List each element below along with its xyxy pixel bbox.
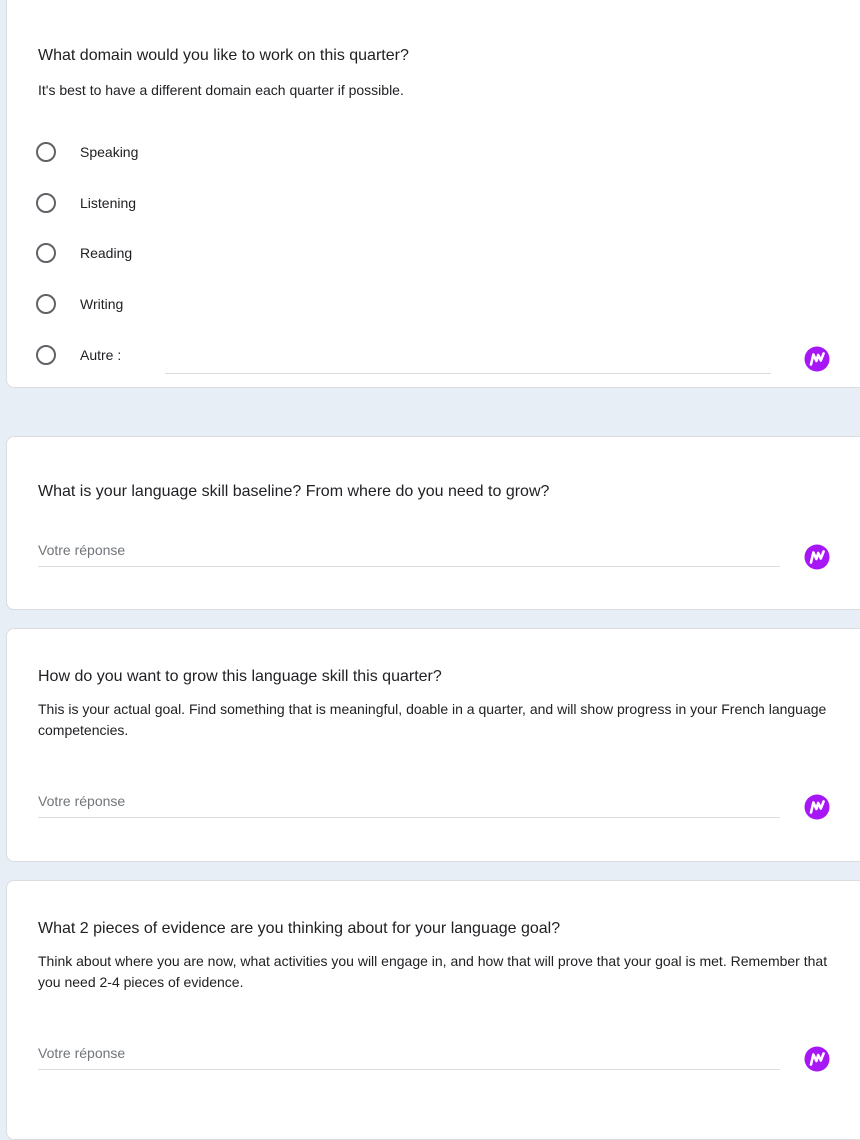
- extension-m-icon[interactable]: [804, 544, 830, 570]
- question-title: What is your language skill baseline? Fr…: [38, 483, 550, 500]
- question-card-evidence: What 2 pieces of evidence are you thinki…: [6, 880, 860, 1140]
- radio-label: Writing: [80, 296, 124, 312]
- question-card-growth: How do you want to grow this language sk…: [6, 628, 860, 862]
- extension-m-icon[interactable]: [804, 346, 830, 372]
- radio-option-speaking[interactable]: Speaking: [36, 139, 138, 165]
- radio-circle[interactable]: [36, 294, 56, 314]
- radio-option-writing[interactable]: Writing: [36, 291, 123, 317]
- radio-circle[interactable]: [36, 193, 56, 213]
- radio-option-listening[interactable]: Listening: [36, 190, 136, 216]
- question-card-domain: What domain would you like to work on th…: [6, 0, 860, 388]
- radio-option-other[interactable]: Autre :: [36, 342, 121, 368]
- answer-input[interactable]: [38, 788, 780, 818]
- radio-circle[interactable]: [36, 142, 56, 162]
- radio-option-reading[interactable]: Reading: [36, 240, 132, 266]
- question-description: It's best to have a different domain eac…: [38, 82, 404, 98]
- radio-circle[interactable]: [36, 243, 56, 263]
- other-text-input[interactable]: [165, 349, 771, 374]
- extension-m-icon[interactable]: [804, 794, 830, 820]
- question-title: What 2 pieces of evidence are you thinki…: [38, 920, 561, 937]
- radio-circle[interactable]: [36, 345, 56, 365]
- question-title: How do you want to grow this language sk…: [38, 668, 442, 685]
- answer-input[interactable]: [38, 1040, 780, 1070]
- radio-label: Autre :: [80, 347, 122, 363]
- question-description: This is your actual goal. Find something…: [38, 701, 827, 738]
- extension-m-icon[interactable]: [804, 1046, 830, 1072]
- question-description: Think about where you are now, what acti…: [38, 953, 828, 990]
- radio-label: Listening: [80, 195, 137, 211]
- answer-input[interactable]: [38, 537, 780, 567]
- radio-label: Reading: [80, 245, 133, 261]
- radio-label: Speaking: [80, 144, 139, 160]
- question-card-baseline: What is your language skill baseline? Fr…: [6, 436, 860, 610]
- question-title: What domain would you like to work on th…: [38, 47, 409, 64]
